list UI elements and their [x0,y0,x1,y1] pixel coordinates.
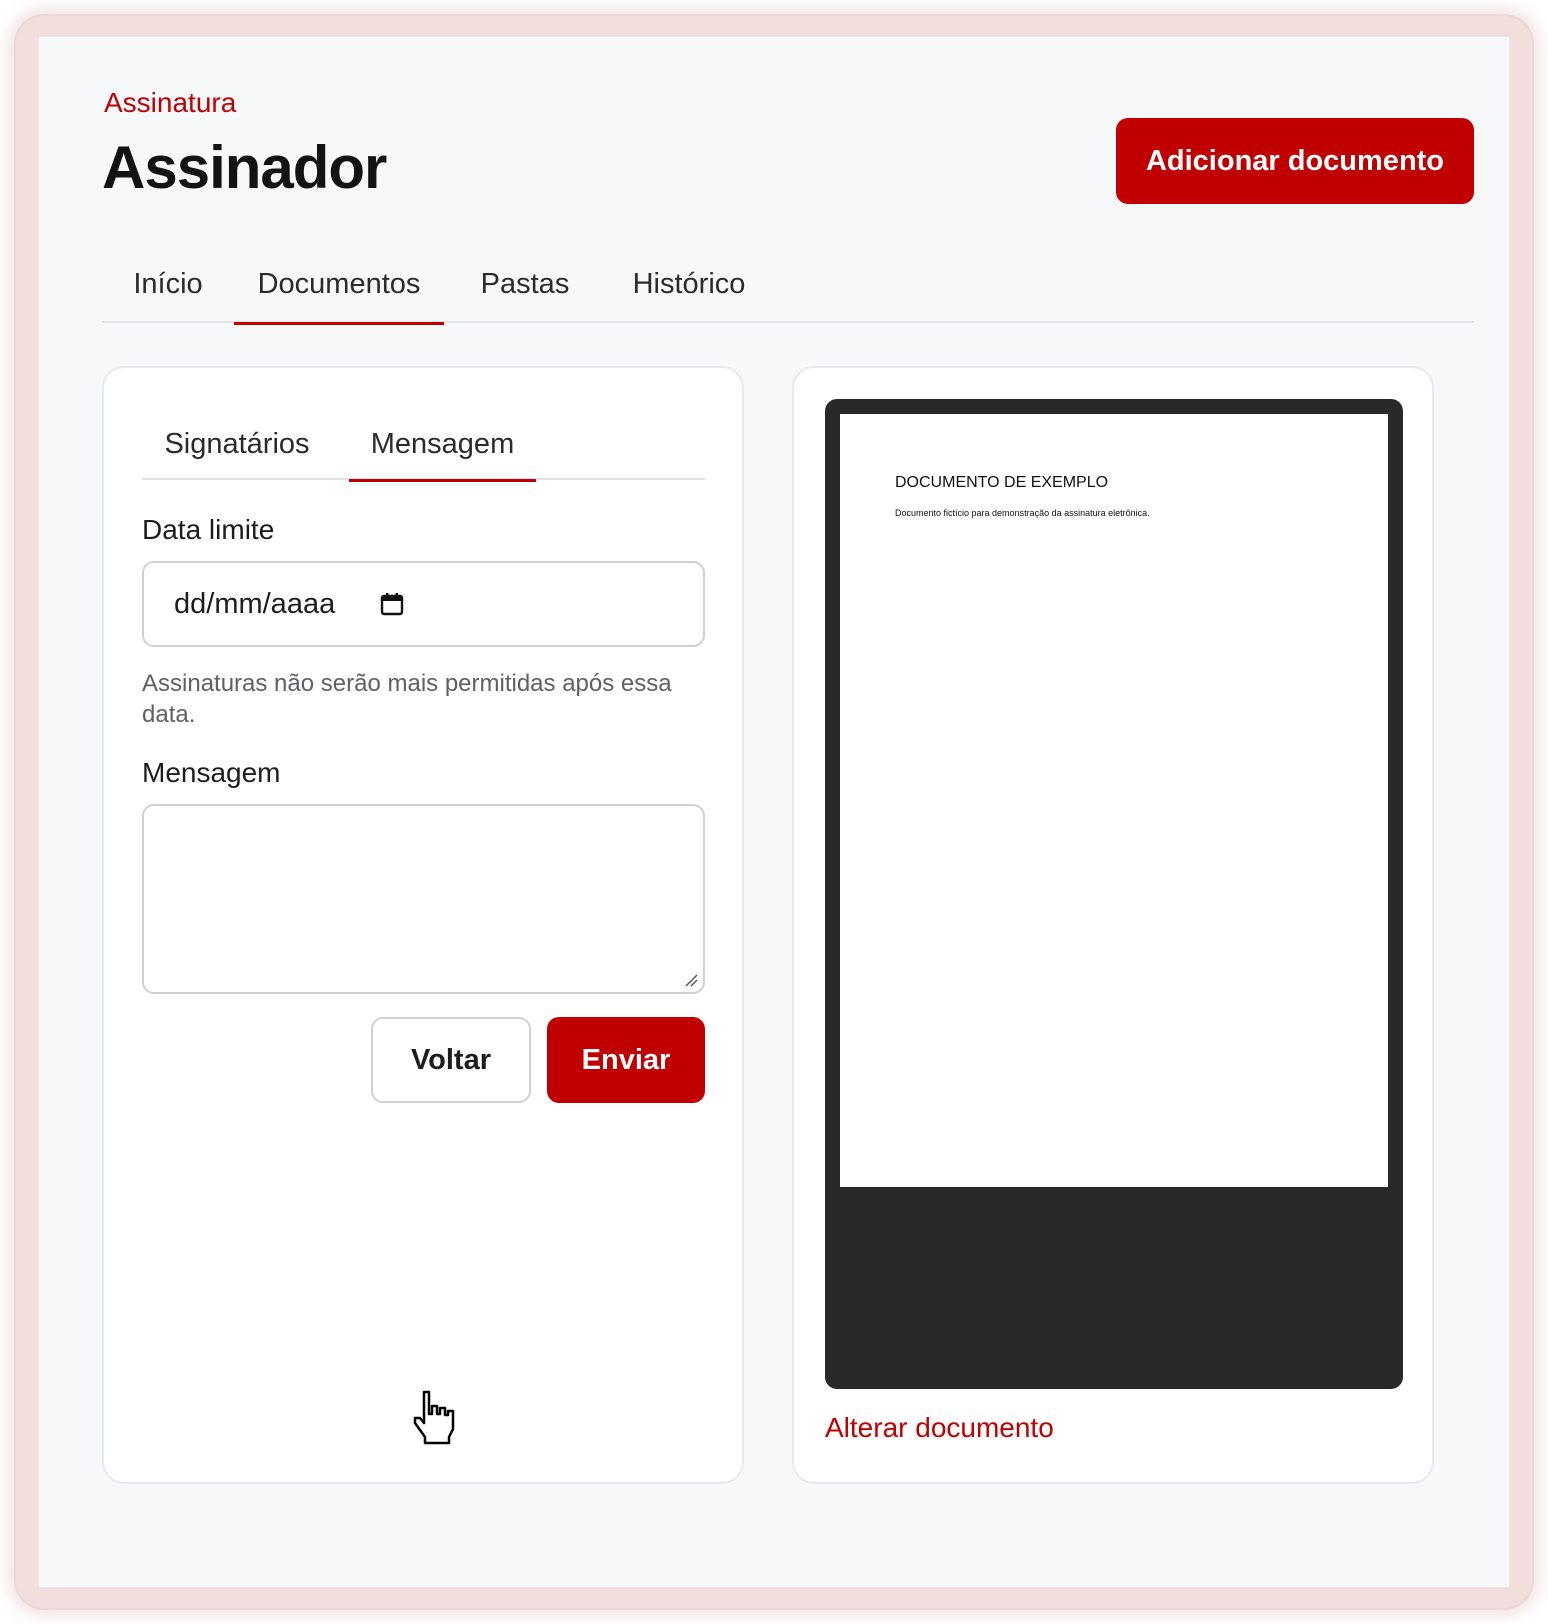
tab-pastas[interactable]: Pastas [444,245,606,323]
date-label: Data limite [142,514,275,545]
tab-documentos[interactable]: Documentos [234,245,444,325]
back-button[interactable]: Voltar [371,1017,531,1103]
message-textarea[interactable] [142,804,705,994]
date-hint: Assinaturas não serão mais permitidas ap… [142,670,672,728]
document-viewer[interactable]: DOCUMENTO DE EXEMPLO Documento fictício … [825,399,1403,1389]
hand-pointer-icon [413,1390,455,1445]
tab-inicio[interactable]: Início [102,245,234,323]
document-title: DOCUMENTO DE EXEMPLO [895,474,1109,491]
calendar-icon[interactable] [379,591,405,617]
form-subtabs: Signatários Mensagem [142,408,705,482]
message-label: Mensagem [142,757,281,788]
main-tabs: Início Documentos Pastas Histórico [102,245,1474,325]
subtab-mensagem[interactable]: Mensagem [349,408,536,482]
page: Assinatura Assinador Adicionar documento… [38,36,1510,1588]
page-title: Assinador [102,134,387,201]
subtab-signatarios[interactable]: Signatários [142,408,332,480]
resize-handle-icon[interactable] [683,972,699,988]
page-eyebrow: Assinatura [104,87,237,118]
send-button[interactable]: Enviar [547,1017,705,1103]
form-card: Signatários Mensagem Data limite dd/mm/a… [102,366,744,1484]
document-subtitle: Documento fictício para demonstração da … [895,508,1150,518]
date-placeholder: dd/mm/aaaa [174,587,336,620]
add-document-button[interactable]: Adicionar documento [1116,118,1474,204]
date-field[interactable]: dd/mm/aaaa [142,561,705,647]
preview-card: DOCUMENTO DE EXEMPLO Documento fictício … [792,366,1434,1484]
document-page: DOCUMENTO DE EXEMPLO Documento fictício … [840,414,1388,1187]
change-document-link[interactable]: Alterar documento [825,1412,1054,1444]
tab-historico[interactable]: Histórico [606,245,772,323]
